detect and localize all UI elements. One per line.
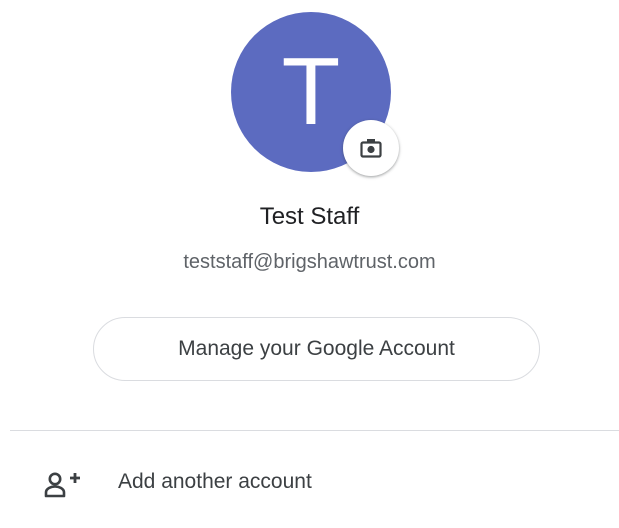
add-account-label: Add another account <box>118 470 312 493</box>
profile-name: Test Staff <box>259 203 360 230</box>
divider <box>10 430 619 431</box>
avatar-container: T <box>231 12 399 176</box>
add-person-icon <box>44 470 86 500</box>
profile-email: teststaff@brigshawtrust.com <box>183 251 436 273</box>
add-account-item[interactable]: Add another account <box>0 448 619 520</box>
camera-icon <box>360 138 382 158</box>
account-panel: T Test Staff teststaff@brigshawtrust.com… <box>0 0 619 528</box>
manage-account-button[interactable]: Manage your Google Account <box>93 317 540 381</box>
change-photo-button[interactable] <box>343 120 399 176</box>
